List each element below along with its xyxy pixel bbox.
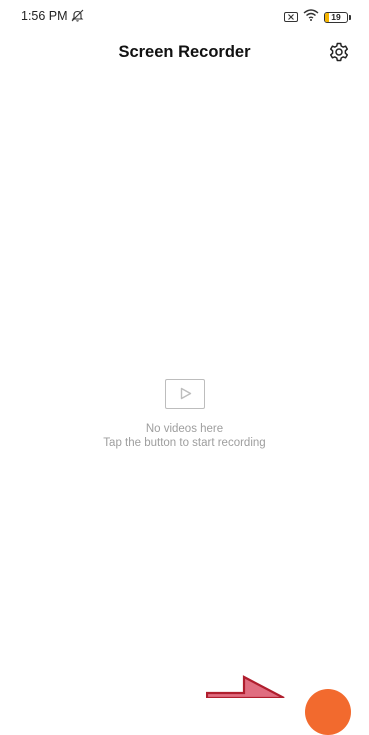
empty-state-title: No videos here bbox=[145, 423, 224, 435]
battery-fill bbox=[325, 12, 330, 22]
battery-tip bbox=[349, 14, 351, 20]
record-button[interactable] bbox=[305, 689, 351, 735]
settings-button[interactable] bbox=[329, 42, 349, 62]
video-play-icon bbox=[164, 379, 205, 409]
do-not-disturb-icon bbox=[70, 8, 85, 23]
pointer-arrow-icon bbox=[205, 675, 290, 703]
empty-state-subtitle: Tap the button to start recording bbox=[103, 437, 266, 449]
no-sim-icon bbox=[284, 12, 298, 22]
battery-icon: 19 bbox=[324, 11, 348, 23]
wifi-icon bbox=[303, 8, 319, 26]
status-icons: 19 bbox=[284, 8, 351, 26]
battery-level: 19 bbox=[331, 11, 341, 22]
empty-state: No videos here Tap the button to start r… bbox=[0, 379, 369, 449]
page-title: Screen Recorder bbox=[118, 43, 251, 61]
status-time: 1:56 PM bbox=[21, 9, 68, 23]
status-bar: 1:56 PM 19 bbox=[0, 0, 369, 34]
gear-icon bbox=[329, 42, 349, 62]
